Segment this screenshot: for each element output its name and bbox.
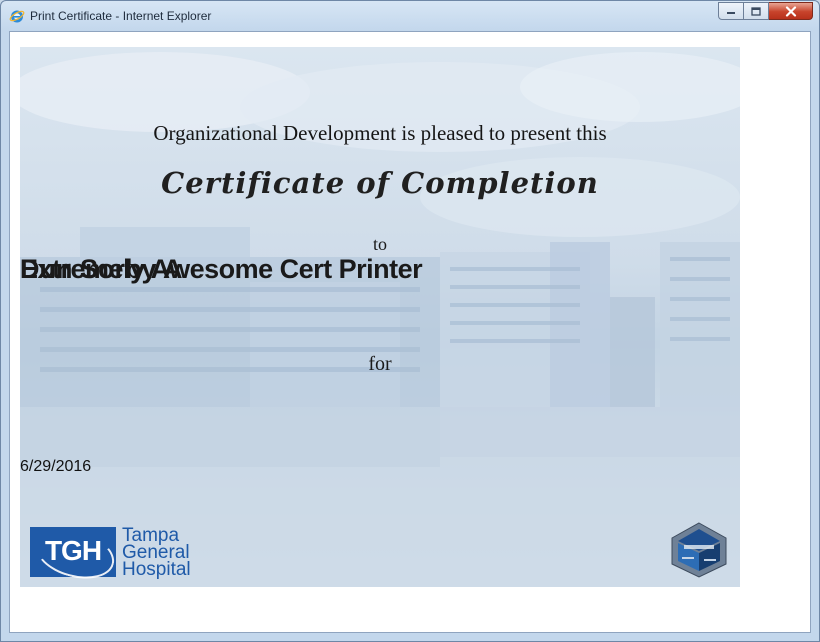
maximize-icon [751, 6, 761, 16]
certificate-heading: Certificate of Completion [161, 166, 599, 200]
logo-letters: TGH [44, 535, 102, 566]
tgh-logo: TGH [30, 521, 120, 587]
close-button[interactable] [769, 2, 813, 20]
organizational-development-badge-icon [671, 522, 727, 578]
close-icon [785, 5, 796, 17]
title-bar[interactable]: Print Certificate - Internet Explorer [1, 1, 819, 31]
for-label: for [368, 353, 392, 375]
hospital-name-line: Hospital [122, 559, 191, 580]
minimize-button[interactable] [718, 2, 744, 20]
hospital-name: Tampa General Hospital [122, 526, 191, 580]
minimize-icon [727, 12, 735, 14]
window-controls [718, 2, 813, 21]
certificate: Organizational Development is pleased to… [20, 47, 740, 587]
certificate-intro: Organizational Development is pleased to… [153, 121, 607, 145]
maximize-button[interactable] [744, 2, 769, 20]
window-title: Print Certificate - Internet Explorer [30, 9, 212, 23]
recipient-overlap-text: Extremely Awesome Cert Printer [20, 254, 423, 284]
internet-explorer-icon [9, 10, 25, 23]
to-label: to [372, 234, 387, 254]
certificate-date: 6/29/2016 [20, 458, 92, 475]
